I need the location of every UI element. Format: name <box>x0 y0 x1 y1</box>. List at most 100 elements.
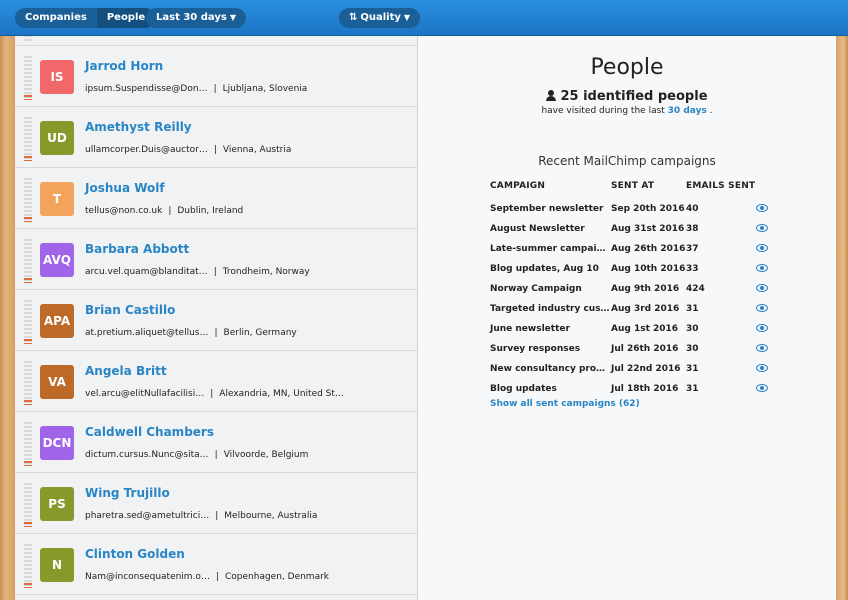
eye-icon <box>756 303 768 312</box>
list-item[interactable]: UD Amethyst Reilly ullamcorper.Duis@auctor… <box>15 107 417 168</box>
identified-text: 25 identified people <box>560 89 708 104</box>
person-meta: arcu.vel.quam@blanditat… | Trondheim, Norw… <box>85 267 310 277</box>
sort-label: Quality <box>360 12 401 23</box>
avatar: PS <box>40 487 74 521</box>
quality-indicator <box>24 400 32 405</box>
list-item[interactable]: DCN Caldwell Chambers dictum.cursus.Nunc@s… <box>15 412 417 473</box>
person-location: Ljubljana, Slovenia <box>222 84 308 94</box>
quality-bars <box>24 544 32 588</box>
chevron-down-icon: ▼ <box>229 13 236 22</box>
person-meta: ipsum.Suspendisse@Don… | Ljubljana, Sloven… <box>85 84 307 94</box>
list-item[interactable]: AVQ Barbara Abbott arcu.vel.quam@blanditat… <box>15 229 417 290</box>
campaign-sent-at: Jul 18th 2016 <box>611 384 679 394</box>
campaign-emails-sent: 40 <box>686 204 699 214</box>
list-item[interactable]: T Joshua Wolf tellus@non.co.uk | Dublin, Ire… <box>15 168 417 229</box>
person-name[interactable]: Angela Britt <box>85 364 167 378</box>
quality-bars <box>24 35 32 43</box>
table-row: Late-summer campai… Aug 26th 2016 37 <box>490 239 768 259</box>
person-name[interactable]: Wing Trujillo <box>85 486 170 500</box>
list-item[interactable]: PS Wing Trujillo pharetra.sed@ametultrici…… <box>15 473 417 534</box>
person-name[interactable]: Caldwell Chambers <box>85 425 214 439</box>
view-campaign-button[interactable] <box>756 199 768 219</box>
campaign-emails-sent: 37 <box>686 244 699 254</box>
quality-bars <box>24 361 32 405</box>
campaign-name: Late-summer campai… <box>490 244 606 254</box>
person-name[interactable]: Amethyst Reilly <box>85 120 192 134</box>
list-item[interactable]: VA Angela Britt vel.arcu@elitNullafacilisi… <box>15 351 417 412</box>
person-name[interactable]: Jarrod Horn <box>85 59 163 73</box>
avatar: DCN <box>40 426 74 460</box>
list-item[interactable]: IS Jarrod Horn ipsum.Suspendisse@Don… | Ljub… <box>15 46 417 107</box>
campaign-sent-at: Aug 3rd 2016 <box>611 304 680 314</box>
quality-indicator <box>24 217 32 222</box>
col-emails-sent: EMAILS SENT <box>686 181 756 191</box>
avatar: T <box>40 182 74 216</box>
date-range-label: Last 30 days <box>156 12 227 23</box>
visited-prefix: have visited during the last <box>541 106 665 116</box>
list-item[interactable]: N Clinton Golden Nam@inconsequatenim.o… | Co… <box>15 534 417 595</box>
campaign-name: August Newsletter <box>490 224 585 234</box>
col-campaign: CAMPAIGN <box>490 181 546 191</box>
avatar: APA <box>40 304 74 338</box>
campaign-name: Targeted industry cus… <box>490 304 610 314</box>
quality-indicator <box>24 95 32 100</box>
view-campaign-button[interactable] <box>756 279 768 299</box>
person-location: Vilvoorde, Belgium <box>223 450 309 460</box>
view-campaign-button[interactable] <box>756 359 768 379</box>
people-list: IS Jarrod Horn ipsum.Suspendisse@Don… | Ljub… <box>15 35 418 600</box>
view-campaign-button[interactable] <box>756 339 768 359</box>
view-campaign-button[interactable] <box>756 319 768 339</box>
table-row: Blog updates, Aug 10 Aug 10th 2016 33 <box>490 259 768 279</box>
campaigns-title: Recent MailChimp campaigns <box>538 154 716 168</box>
person-email: pharetra.sed@ametultrici… <box>85 511 210 521</box>
quality-indicator <box>24 461 32 466</box>
tab-companies[interactable]: Companies <box>15 8 97 28</box>
people-summary-panel: People 25 identified people have visited… <box>418 35 836 600</box>
table-row: August Newsletter Aug 31st 2016 38 <box>490 219 768 239</box>
person-name[interactable]: Barbara Abbott <box>85 242 189 256</box>
view-campaign-button[interactable] <box>756 219 768 239</box>
person-email: vel.arcu@elitNullafacilisi… <box>85 389 205 399</box>
avatar: N <box>40 548 74 582</box>
campaign-sent-at: Sep 20th 2016 <box>611 204 685 214</box>
person-meta: at.pretium.aliquet@tellus… | Berlin, Germa… <box>85 328 297 338</box>
eye-icon <box>756 283 768 292</box>
view-campaign-button[interactable] <box>756 299 768 319</box>
person-meta: pharetra.sed@ametultrici… | Melbourne, Aus… <box>85 511 317 521</box>
avatar: VA <box>40 365 74 399</box>
table-row: Targeted industry cus… Aug 3rd 2016 31 <box>490 299 768 319</box>
date-range-dropdown[interactable]: Last 30 days ▼ <box>146 8 246 28</box>
campaign-name: Survey responses <box>490 344 581 354</box>
top-bar: Companies People Last 30 days ▼ ⇅ Quality ▼ <box>0 0 848 36</box>
col-view <box>756 181 768 199</box>
col-sent-at: SENT AT <box>611 181 655 191</box>
person-email: dictum.cursus.Nunc@sita… <box>85 450 209 460</box>
quality-bars <box>24 117 32 161</box>
campaign-sent-at: Aug 9th 2016 <box>611 284 680 294</box>
person-location: Alexandria, MN, United St… <box>219 389 344 399</box>
person-name[interactable]: Clinton Golden <box>85 547 185 561</box>
view-campaign-button[interactable] <box>756 379 768 399</box>
table-header-row: CAMPAIGN SENT AT EMAILS SENT <box>490 181 768 199</box>
visited-range-link[interactable]: 30 days <box>668 106 707 116</box>
person-email: ipsum.Suspendisse@Don… <box>85 84 208 94</box>
view-campaign-button[interactable] <box>756 239 768 259</box>
show-all-campaigns-link[interactable]: Show all sent campaigns (62) <box>490 399 640 409</box>
person-location: Vienna, Austria <box>222 145 292 155</box>
campaign-sent-at: Jul 22nd 2016 <box>611 364 681 374</box>
table-row: Blog updates Jul 18th 2016 31 <box>490 379 768 399</box>
person-meta: dictum.cursus.Nunc@sita… | Vilvoorde, Belg… <box>85 450 308 460</box>
campaign-emails-sent: 33 <box>686 264 699 274</box>
campaign-emails-sent: 38 <box>686 224 699 234</box>
person-name[interactable]: Brian Castillo <box>85 303 175 317</box>
person-location: Dublin, Ireland <box>177 206 244 216</box>
person-meta: ullamcorper.Duis@auctor… | Vienna, Austria <box>85 145 291 155</box>
sort-dropdown[interactable]: ⇅ Quality ▼ <box>339 8 421 28</box>
wood-background-right <box>836 0 848 600</box>
list-item[interactable]: APA Brian Castillo at.pretium.aliquet@tell… <box>15 290 417 351</box>
person-name[interactable]: Joshua Wolf <box>85 181 165 195</box>
eye-icon <box>756 363 768 372</box>
view-campaign-button[interactable] <box>756 259 768 279</box>
identified-count: 25 identified people <box>418 89 836 104</box>
person-email: Nam@inconsequatenim.o… <box>85 572 210 582</box>
